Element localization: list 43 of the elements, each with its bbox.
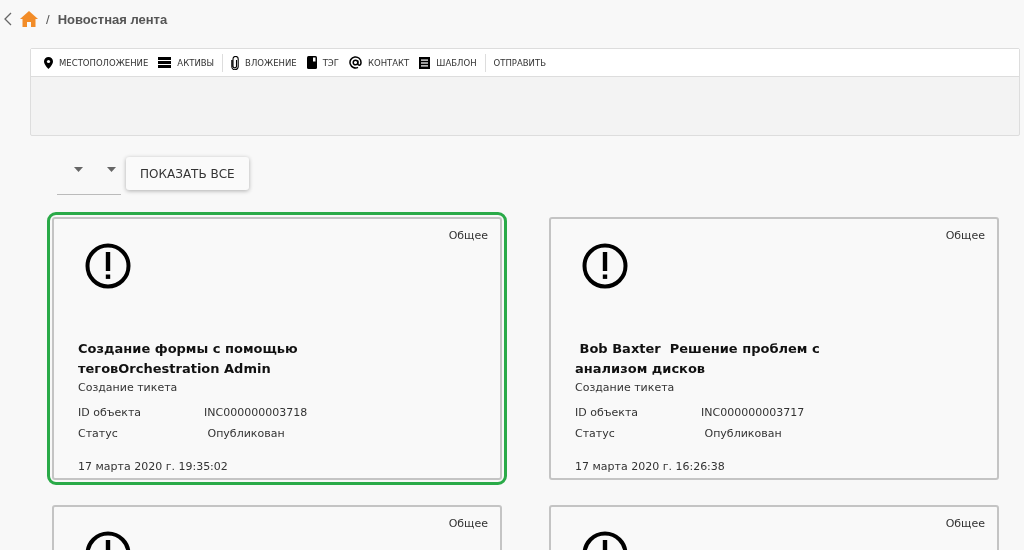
toolbar-button[interactable]: ТЭГ	[301, 51, 344, 74]
paperclip-icon	[231, 55, 240, 70]
alert-icon	[582, 243, 628, 289]
toolbar-button[interactable]: ОТПРАВИТЬ	[488, 51, 551, 74]
toolbar-button[interactable]: ВЛОЖЕНИЕ	[226, 51, 302, 74]
toolbar-button[interactable]: ШАБЛОН	[414, 51, 482, 74]
at-sign-icon	[348, 56, 362, 69]
category-label: Общее	[945, 517, 985, 530]
news-card[interactable]: Общее	[544, 500, 1004, 550]
field-label: ID объекта	[575, 406, 640, 419]
card-date: 17 марта 2020 г. 19:35:02	[78, 460, 229, 473]
document-icon	[419, 56, 431, 69]
field-label: ID объекта	[78, 406, 143, 419]
category-label: Общее	[448, 517, 488, 530]
field-value: Опубликован	[206, 427, 286, 440]
book-icon	[306, 56, 317, 69]
breadcrumb-separator: /	[46, 11, 50, 27]
field-label: Статус	[575, 427, 616, 440]
alert-icon	[85, 243, 131, 289]
show-all-button[interactable]: ПОКАЗАТЬ ВСЕ	[126, 157, 249, 190]
map-pin-icon	[44, 56, 53, 69]
dropdown-caret-icon[interactable]	[107, 167, 116, 172]
card-title: Bob Baxter Решение проблем с анализом дисков	[575, 340, 821, 378]
news-card[interactable]: Общее Bob Baxter Решение проблем с анализом дисков Создание тикета ID объекта INC000000003717 Статус Опубликован 17 марта 2020 г. 16:26:38	[544, 212, 1004, 485]
card-subtitle: Создание тикета	[78, 381, 179, 394]
toolbar-button[interactable]: КОНТАКТ	[343, 51, 415, 74]
card-date: 17 марта 2020 г. 16:26:38	[575, 460, 726, 473]
card-subtitle: Создание тикета	[575, 381, 676, 394]
field-value: INC000000003717	[701, 406, 806, 419]
category-label: Общее	[448, 229, 488, 242]
dropdown-caret-icon[interactable]	[74, 167, 83, 172]
category-label: Общее	[945, 229, 985, 242]
news-card[interactable]: Общее	[47, 500, 507, 550]
field-value: Опубликован	[703, 427, 783, 440]
toolbar-button[interactable]: МЕСТОПОЛОЖЕНИЕ	[39, 51, 154, 74]
field-value: INC000000003718	[204, 406, 309, 419]
page-title: Новостная лента	[57, 11, 168, 27]
field-label: Статус	[78, 427, 119, 440]
news-card[interactable]: Общее Создание формы с помощью теговOrchestration Admin Создание тикета ID объекта INC000000003718 Статус Опубликован 17 марта 2020 г. 19:35:02	[47, 212, 507, 485]
toolbar-button[interactable]: АКТИВЫ	[153, 51, 220, 74]
back-icon[interactable]	[4, 12, 12, 26]
card-title: Создание формы с помощью теговOrchestration Admin	[78, 340, 299, 378]
server-icon	[158, 57, 172, 68]
